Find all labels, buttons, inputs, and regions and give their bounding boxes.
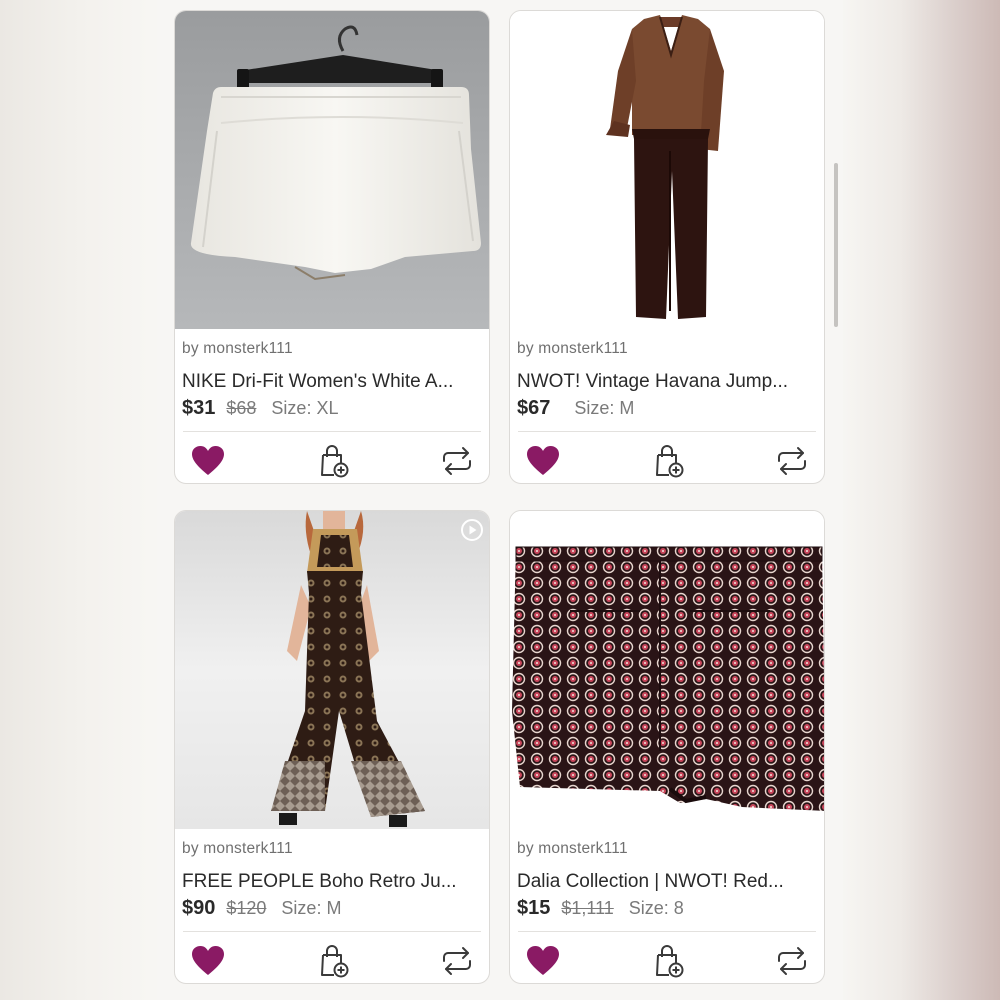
add-to-bundle-button[interactable]: [650, 943, 686, 979]
seller-name[interactable]: by monsterk111: [517, 840, 628, 858]
like-button[interactable]: [525, 443, 561, 479]
price: $90: [182, 897, 216, 919]
size-value: M: [619, 398, 635, 418]
size-label: Size:: [574, 398, 615, 418]
listing-image[interactable]: [510, 11, 824, 329]
share-button[interactable]: [439, 943, 475, 979]
shopping-bag-plus-icon: [656, 445, 684, 478]
listing-title[interactable]: FREE PEOPLE Boho Retro Ju...: [182, 871, 484, 893]
listing-image[interactable]: [510, 511, 824, 829]
size-value: M: [326, 898, 342, 918]
seller-name[interactable]: by monsterk111: [517, 340, 628, 358]
share-repeat-icon: [443, 947, 471, 975]
price: $15: [517, 897, 551, 919]
price-row: $15 $1,111 Size: 8: [517, 897, 684, 921]
like-button[interactable]: [190, 443, 226, 479]
heart-icon: [192, 946, 224, 975]
divider: [518, 431, 816, 432]
size-label: Size:: [271, 398, 312, 418]
size-label: Size:: [281, 898, 322, 918]
seller-name[interactable]: by monsterk111: [182, 840, 293, 858]
like-button[interactable]: [190, 943, 226, 979]
divider: [183, 931, 481, 932]
share-button[interactable]: [774, 443, 810, 479]
shopping-bag-plus-icon: [656, 945, 684, 978]
add-to-bundle-button[interactable]: [315, 943, 351, 979]
listing-card[interactable]: by monsterk111 Dalia Collection | NWOT! …: [509, 510, 825, 984]
shopping-bag-plus-icon: [321, 945, 349, 978]
shopping-bag-plus-icon: [321, 445, 349, 478]
heart-icon: [192, 446, 224, 475]
size-value: 8: [673, 898, 684, 918]
add-to-bundle-button[interactable]: [650, 443, 686, 479]
divider: [183, 431, 481, 432]
scrollbar[interactable]: [834, 163, 838, 327]
original-price: $1,111: [561, 898, 614, 918]
seller-name[interactable]: by monsterk111: [182, 340, 293, 358]
share-button[interactable]: [774, 943, 810, 979]
add-to-bundle-button[interactable]: [315, 443, 351, 479]
share-repeat-icon: [778, 947, 806, 975]
price: $67: [517, 397, 551, 419]
size-label: Size:: [628, 898, 669, 918]
divider: [518, 931, 816, 932]
price-row: $90 $120 Size: M: [182, 897, 341, 921]
listing-image[interactable]: [175, 11, 489, 329]
heart-icon: [527, 946, 559, 975]
white-shorts-image: [175, 11, 489, 329]
share-repeat-icon: [443, 447, 471, 475]
red-print-shorts-image: [510, 511, 824, 829]
heart-icon: [527, 446, 559, 475]
listing-card[interactable]: by monsterk111 NWOT! Vintage Havana Jump…: [509, 10, 825, 484]
listing-title[interactable]: NIKE Dri-Fit Women's White A...: [182, 371, 484, 393]
original-price: $120: [226, 898, 267, 918]
boho-jumpsuit-image: [175, 511, 489, 829]
listing-title[interactable]: Dalia Collection | NWOT! Red...: [517, 871, 819, 893]
listing-image[interactable]: [175, 511, 489, 829]
size-value: XL: [316, 398, 339, 418]
original-price: $68: [226, 398, 257, 418]
price-row: $67 Size: M: [517, 397, 634, 421]
play-icon[interactable]: [461, 519, 483, 541]
brown-jumpsuit-image: [510, 11, 824, 329]
listing-card[interactable]: by monsterk111 NIKE Dri-Fit Women's Whit…: [174, 10, 490, 484]
like-button[interactable]: [525, 943, 561, 979]
listing-card[interactable]: by monsterk111 FREE PEOPLE Boho Retro Ju…: [174, 510, 490, 984]
share-repeat-icon: [778, 447, 806, 475]
price: $31: [182, 397, 216, 419]
price-row: $31 $68 Size: XL: [182, 397, 338, 421]
listing-title[interactable]: NWOT! Vintage Havana Jump...: [517, 371, 819, 393]
share-button[interactable]: [439, 443, 475, 479]
